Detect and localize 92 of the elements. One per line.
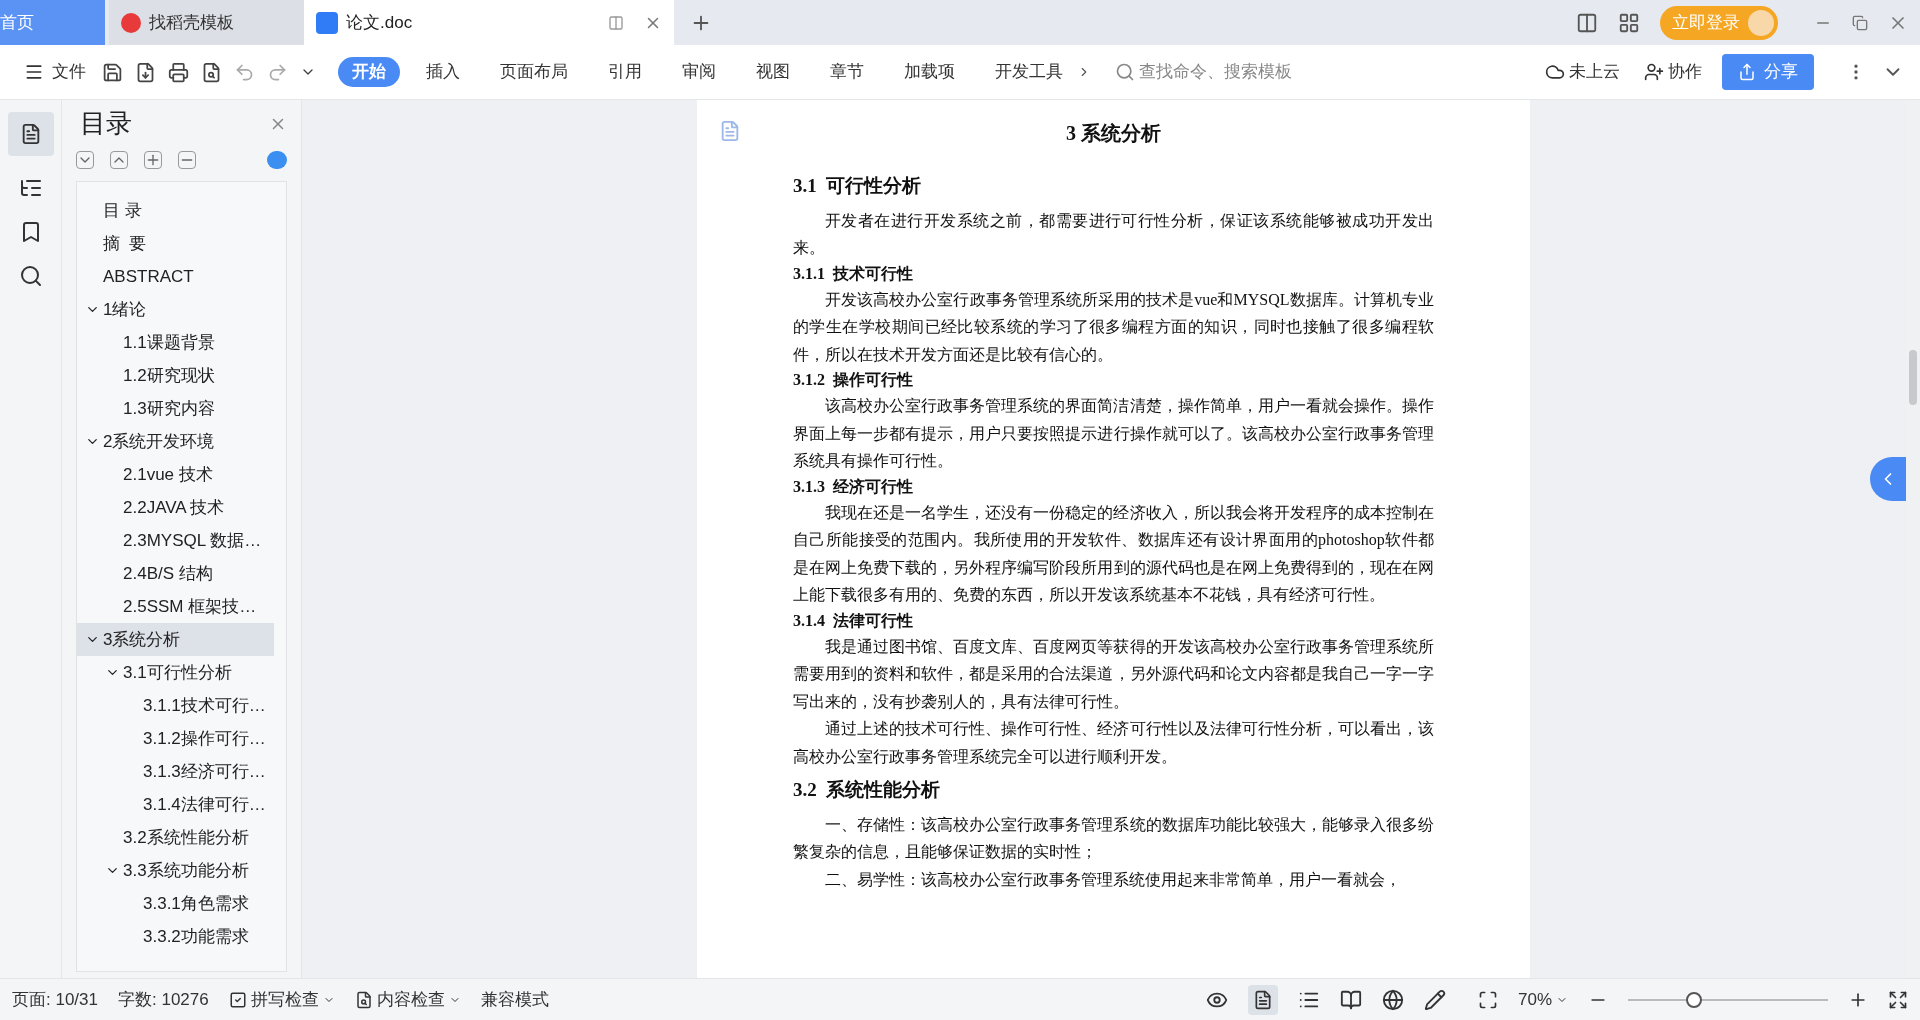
fit-icon[interactable] (1477, 989, 1498, 1010)
ribbon-tab[interactable]: 视图 (742, 57, 804, 87)
toc-item[interactable]: 3系统分析 (77, 623, 274, 656)
ribbon-tab[interactable]: 审阅 (668, 57, 730, 87)
collaborate-button[interactable]: 协作 (1644, 59, 1702, 85)
toc-item[interactable]: 1.3研究内容 (77, 392, 274, 425)
toc-item[interactable]: 3.1.1技术可行… (77, 689, 274, 722)
toc-item[interactable]: 3.3.2功能需求 (77, 920, 274, 953)
section-heading: 3.1 可行性分析 (793, 174, 923, 198)
web-view-icon[interactable] (1381, 988, 1404, 1011)
export-icon[interactable] (135, 61, 156, 83)
tab[interactable]: 论文.doc (304, 0, 674, 45)
section-heading: 3.2 系统性能分析 (793, 778, 942, 802)
ribbon-tab[interactable]: 引用 (594, 57, 656, 87)
spell-check-button[interactable]: 拼写检查 (228, 986, 335, 1013)
toc-item[interactable]: 2.5SSM 框架技… (77, 590, 274, 623)
toc-item[interactable]: 摘 要 (77, 227, 274, 260)
page-view-icon[interactable] (1247, 984, 1278, 1015)
toc-item[interactable]: 3.1.2操作可行… (77, 722, 274, 755)
paragraph: 我是通过图书馆、百度文库、百度网页等获得的开发该高校办公室行政事务管理系统所需要用到的资料和软件，都是采用的合法渠道，另外源代码和论文内容都是我自己一字一字写出来的，没有抄袭别人的，具有法律可行性。 (793, 636, 1434, 712)
chapter-title: 3 系统分析 (1065, 121, 1162, 146)
ribbon-tab[interactable]: 开发工具 (981, 57, 1077, 87)
cloud-icon (1545, 62, 1565, 82)
toc-item[interactable]: 3.2系统性能分析 (77, 821, 274, 854)
collapse-icon[interactable] (76, 151, 94, 169)
app-logo-icon (121, 12, 141, 33)
zoom-level[interactable]: 70% (1517, 986, 1568, 1013)
ribbon-tab[interactable]: 章节 (816, 57, 878, 87)
toc-item[interactable]: 2.3MYSQL 数据… (77, 524, 274, 557)
slider-thumb[interactable] (1686, 991, 1702, 1008)
cloud-button[interactable]: 未上云 (1545, 59, 1620, 85)
ribbon-tab[interactable]: 插入 (412, 57, 474, 87)
toc-item[interactable]: 目 录 (77, 194, 274, 227)
content-check-button[interactable]: 内容检查 (354, 986, 461, 1013)
add-icon[interactable] (144, 151, 162, 169)
paragraph: 开发者在进行开发系统之前，都需要进行可行性分析，保证该系统能够被成功开发出来。 (793, 210, 1434, 258)
document-icon (316, 11, 338, 34)
subsection-heading: 3.1.3 经济可行性 (793, 476, 914, 497)
print-icon[interactable] (168, 61, 189, 83)
compat-mode: 兼容模式 (480, 988, 549, 1011)
panel-title: 目录 (80, 107, 132, 140)
toc-item[interactable]: 3.3系统功能分析 (77, 854, 274, 887)
layout-icon[interactable] (1576, 11, 1598, 34)
outline-icon[interactable] (7, 112, 54, 156)
paragraph: 该高校办公室行政事务管理系统的界面简洁清楚，操作简单，用户一看就会操作。操作界面上每一步都有提示，用户只要按照提示进行操作就可以了。该高校办公室行政事务管理系统具有操作可行性。 (793, 396, 1434, 471)
toc-item[interactable]: 1绪论 (77, 293, 274, 326)
tab[interactable]: 找稻壳模板 (109, 0, 304, 45)
toc-item[interactable]: ABSTRACT (77, 260, 274, 293)
apps-icon[interactable] (1618, 11, 1640, 34)
search-icon (1115, 62, 1135, 82)
avatar-icon (1748, 9, 1774, 36)
restore-icon[interactable] (1852, 14, 1868, 31)
document-search-icon (354, 990, 373, 1009)
expand-icon[interactable] (110, 151, 128, 169)
toc-item[interactable]: 1.1课题背景 (77, 326, 274, 359)
save-icon[interactable] (102, 61, 123, 83)
toc-item[interactable]: 3.3.1角色需求 (77, 887, 274, 920)
zoom-slider[interactable] (1628, 991, 1828, 1008)
paragraph: 一、存储性：该高校办公室行政事务管理系统的数据库功能比较强大，能够录入很多纷繁复杂的信息，且能够保证数据的实时性； (793, 814, 1434, 862)
toc-item[interactable]: 2.4B/S 结构 (77, 557, 274, 590)
paragraph: 我现在还是一名学生，还没有一份稳定的经济收入，所以我会将开发程序的成本控制在自己所能接受的范围内。我所使用的开发软件、数据库还有设计界面用的photoshop软件都是在网上免费下载的，另外程序编写阶段所用到的源代码也是在网上免费得到的，现在在网上能下载很多有用的、免费的东西，所以开发该系统基本不花钱，具有经济可行性。 (793, 502, 1434, 605)
fullscreen-icon[interactable] (1888, 989, 1908, 1010)
paragraph: 通过上述的技术可行性、操作可行性、经济可行性以及法律可行性分析，可以看出，该高校办公室行政事务管理系统完全可以进行顺利开发。 (793, 719, 1434, 767)
subsection-heading: 3.1.1 技术可行性 (793, 263, 914, 284)
remove-icon[interactable] (178, 151, 196, 169)
print-preview-icon[interactable] (201, 61, 222, 83)
page-count: 页面: 10/31 (12, 988, 98, 1011)
toc-item[interactable]: 3.1可行性分析 (77, 656, 274, 689)
check-icon (228, 990, 247, 1009)
search-icon[interactable] (18, 264, 43, 288)
toc-item[interactable]: 2.1vue 技术 (77, 458, 274, 491)
toc-item[interactable]: 3.1.3经济可行… (77, 755, 274, 788)
ribbon-tab[interactable]: 加载项 (890, 57, 969, 87)
paragraph: 开发该高校办公室行政事务管理系统所采用的技术是vue和MYSQL数据库。计算机专业的学生在学校期间已经比较系统的学习了很多编程方面的知识，同时也接触了很多编程软件，所以在技术开发方面还是比较有信心的。 (793, 289, 1434, 365)
subsection-heading: 3.1.4 法律可行性 (793, 610, 914, 631)
subsection-heading: 3.1.2 操作可行性 (793, 370, 914, 390)
window-icon[interactable] (608, 14, 624, 31)
toc-item[interactable]: 2.2JAVA 技术 (77, 491, 274, 524)
share-icon (1738, 63, 1756, 81)
word-count[interactable]: 字数: 10276 (118, 986, 209, 1013)
pen-icon[interactable] (1423, 988, 1446, 1011)
toc-item[interactable]: 3.1.4法律可行… (77, 788, 274, 821)
toc-item[interactable]: 2系统开发环境 (77, 425, 274, 458)
paragraph: 二、易学性：该高校办公室行政事务管理系统使用起来非常简单，用户一看就会， (824, 869, 1402, 890)
file-menu[interactable]: 文件 (24, 59, 86, 85)
ribbon-tab[interactable]: 页面布局 (486, 57, 582, 87)
search-field[interactable]: 查找命令、搜索模板 (1115, 59, 1329, 85)
toc-item[interactable]: 1.2研究现状 (77, 359, 274, 392)
add-user-icon (1644, 62, 1664, 82)
side-tab-icon[interactable] (1870, 457, 1906, 501)
menu-icon (24, 62, 44, 82)
reading-view-icon[interactable] (1339, 988, 1362, 1011)
